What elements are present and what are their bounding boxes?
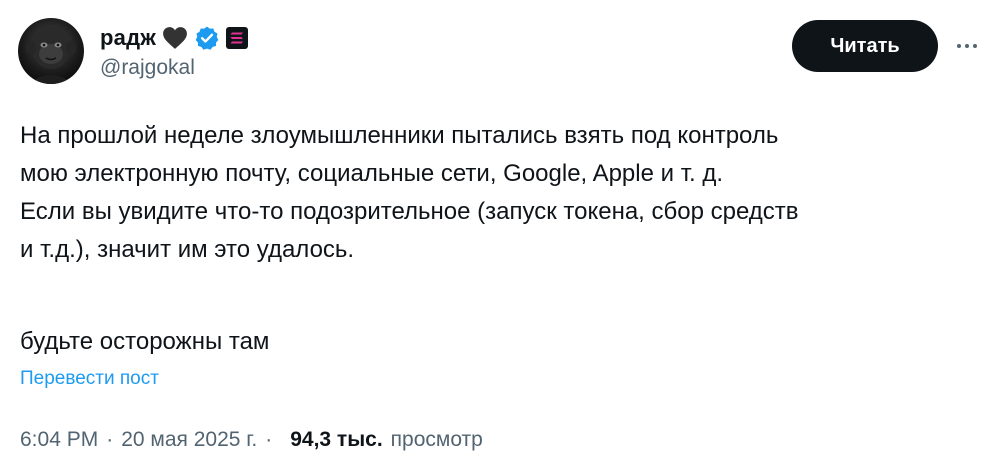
more-dot xyxy=(957,44,961,48)
tweet-text: На прошлой неделе злоумышленники пыталис… xyxy=(20,117,985,361)
avatar-ape-image xyxy=(26,27,76,84)
more-dot xyxy=(973,44,977,48)
author-handle[interactable]: @rajgokal xyxy=(100,56,195,80)
solana-icon[interactable] xyxy=(226,27,249,49)
tweet-line: мою электронную почту, социальные сети, … xyxy=(20,160,724,187)
tweet-line: и т.д.), значит им это удалось. xyxy=(20,236,355,263)
meta-separator: · xyxy=(106,428,114,451)
tweet-closing-line: будьте осторожны там xyxy=(20,328,270,355)
meta-separator: · xyxy=(265,428,273,451)
more-dot xyxy=(965,44,969,48)
tweet-meta: 6:04 PM · 20 мая 2025 г. · 94,3 тыс. про… xyxy=(20,424,483,456)
avatar[interactable] xyxy=(18,18,84,84)
post-date[interactable]: 20 мая 2025 г. xyxy=(121,428,257,452)
views-count: 94,3 тыс. xyxy=(290,428,383,451)
tweet-line: Если вы увидите что-то подозрительное (з… xyxy=(20,198,799,225)
tweet-card: радж @rajgokal Читать На прошлой неделе … xyxy=(0,0,1000,470)
more-options-icon[interactable] xyxy=(950,36,984,56)
author-display-name[interactable]: радж xyxy=(100,25,156,51)
tweet-line: На прошлой неделе злоумышленники пыталис… xyxy=(20,122,779,149)
black-heart-icon xyxy=(162,26,188,50)
follow-button[interactable]: Читать xyxy=(792,20,938,72)
translate-post-link[interactable]: Перевести пост xyxy=(20,368,159,390)
post-time[interactable]: 6:04 PM xyxy=(20,428,98,452)
verified-badge-icon[interactable] xyxy=(194,25,220,51)
views-label: просмотр xyxy=(390,428,483,451)
author-name-row: радж xyxy=(100,22,249,54)
